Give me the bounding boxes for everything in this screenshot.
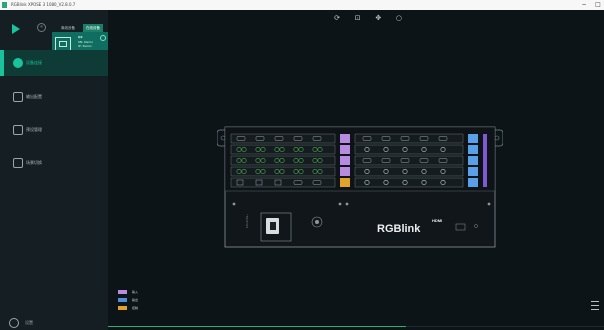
input-slot (340, 134, 350, 143)
scene-switch-icon (13, 158, 23, 168)
legend-item: 控制 (118, 305, 138, 313)
main-canvas: ⟳ ⊡ ✥ ○ 输入 输出 控制 100-240V~ RGBlink HDMI (108, 10, 604, 330)
minimize-button[interactable]: − (578, 0, 590, 10)
input-slot (340, 145, 350, 154)
legend-label: 输出 (132, 298, 139, 302)
input-card-slot (230, 144, 336, 155)
device-status-icon (100, 35, 106, 41)
sidebar-item-label: 场景切换 (26, 160, 42, 165)
sidebar-item-scene-switch[interactable]: 场景切换 (0, 150, 108, 176)
device-chassis: 100-240V~ RGBlink HDMI (217, 126, 503, 248)
device-thumbnail (55, 37, 71, 51)
legend-label: 控制 (132, 306, 139, 310)
output-card-slot (354, 177, 464, 188)
sidebar-item-device-connect[interactable]: 设备连接 (0, 50, 108, 76)
sidebar-item-label: 预设管理 (26, 127, 42, 132)
input-slot (340, 156, 350, 165)
legend-item: 输出 (118, 297, 138, 305)
output-slot (468, 156, 478, 165)
lock-icon[interactable]: ⊡ (354, 14, 362, 22)
legend-item: 输入 (118, 289, 138, 297)
output-card-slot (354, 166, 464, 177)
app-icon (2, 2, 7, 8)
device-name: Q2 (78, 35, 83, 39)
input-card-slot (230, 155, 336, 166)
output-slot (468, 145, 478, 154)
output-slot (468, 178, 478, 187)
legend-swatch (118, 306, 127, 310)
settings-label: 设置 (25, 320, 33, 325)
window-titlebar: RGBlink XPOSE 3 1080_V2.8.0.7 − □ (0, 0, 604, 10)
canvas-toolbar: ⟳ ⊡ ✥ ○ (333, 13, 403, 23)
progress-bar (108, 326, 604, 327)
tab-offline-devices[interactable]: 离线设备 (58, 24, 78, 32)
device-connect-icon (13, 58, 23, 68)
device-ip: IP: Demo (78, 44, 92, 48)
control-slot (340, 178, 350, 187)
back-icon[interactable]: « (37, 23, 46, 32)
legend-swatch (118, 290, 127, 294)
active-indicator (0, 50, 4, 76)
tab-online-devices[interactable]: 在线设备 (83, 24, 103, 32)
record-icon[interactable]: ○ (395, 14, 403, 22)
gear-icon (9, 318, 19, 328)
input-slot (340, 167, 350, 176)
output-slot (468, 134, 478, 143)
menu-icon[interactable] (591, 301, 599, 310)
input-card-slot (230, 166, 336, 177)
brand-logo: RGBlink (377, 223, 421, 235)
output-config-icon (13, 92, 23, 102)
output-slot (468, 167, 478, 176)
maximize-button[interactable]: □ (592, 0, 604, 10)
legend: 输入 输出 控制 (118, 289, 138, 313)
refresh-icon[interactable]: ⟳ (333, 14, 341, 22)
hdmi-logo: HDMI (432, 218, 442, 223)
progress-fill (108, 326, 406, 327)
sidebar-item-label: 设备连接 (26, 60, 42, 65)
sidebar-item-output-config[interactable]: 输出配置 (0, 84, 108, 110)
input-card-slot (230, 177, 336, 188)
side-strip (483, 134, 487, 187)
svg-text:100-240V~: 100-240V~ (245, 214, 249, 228)
window-title: RGBlink XPOSE 3 1080_V2.8.0.7 (11, 2, 76, 7)
play-icon[interactable] (12, 24, 20, 34)
sidebar-item-preset-manage[interactable]: 预设管理 (0, 117, 108, 143)
output-card-slot (354, 144, 464, 155)
preset-manage-icon (13, 125, 23, 135)
settings-button[interactable]: 设置 (9, 318, 33, 328)
sidebar-item-label: 输出配置 (26, 94, 42, 99)
legend-swatch (118, 298, 127, 302)
legend-label: 输入 (132, 290, 139, 294)
target-icon[interactable]: ✥ (374, 14, 382, 22)
